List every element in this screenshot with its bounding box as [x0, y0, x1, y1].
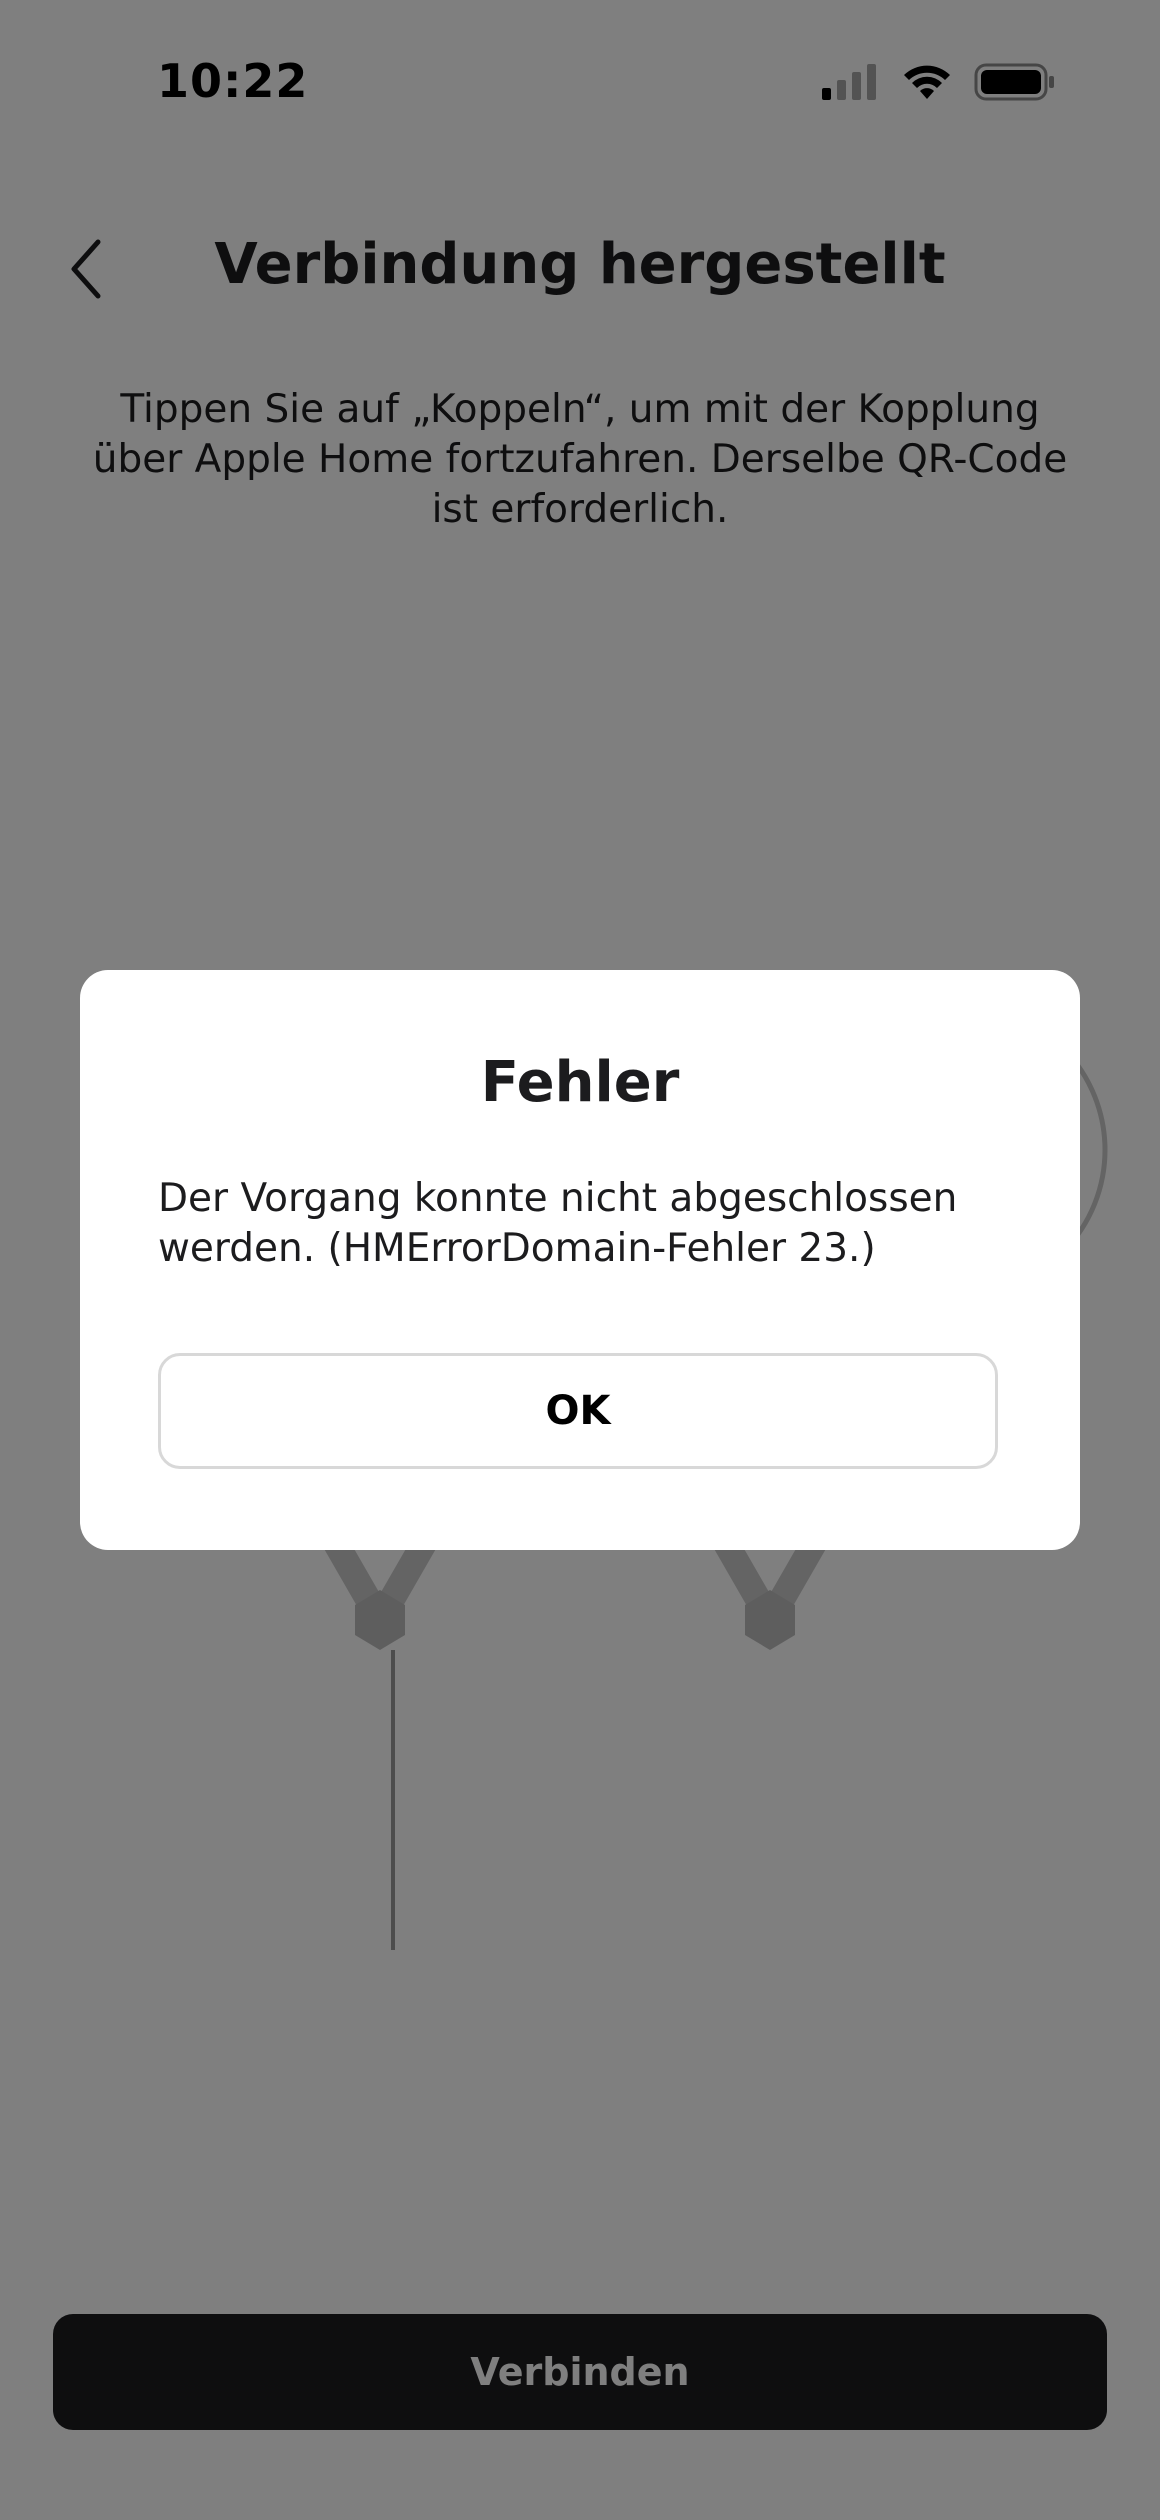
dialog-message: Der Vorgang konnte nicht abgeschlossen w…: [158, 1176, 958, 1271]
ok-button[interactable]: OK: [158, 1353, 998, 1469]
screen: 10:22 Verbindung hergestellt Tippen Sie …: [0, 0, 1160, 2520]
dialog-title: Fehler: [480, 1050, 680, 1115]
